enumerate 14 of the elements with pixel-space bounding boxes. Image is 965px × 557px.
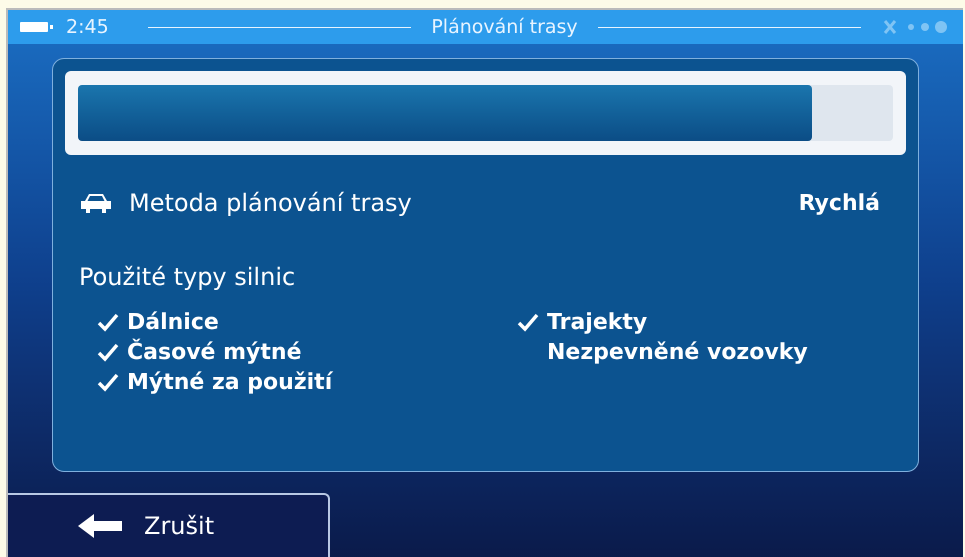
cancel-button[interactable]: Zrušit <box>8 493 330 557</box>
route-method-value: Rychlá <box>798 190 881 218</box>
screen-title: Plánování trasy <box>430 14 579 40</box>
road-type-label[interactable]: Trajekty <box>547 306 648 338</box>
road-type-label[interactable]: Časové mýtné <box>127 336 302 368</box>
road-types-heading: Použité typy silnic <box>78 262 296 293</box>
road-type-label[interactable]: Mýtné za použití <box>127 366 332 398</box>
road-type-label[interactable]: Dálnice <box>127 306 219 338</box>
route-method-label: Metoda plánování trasy <box>129 188 413 219</box>
battery-icon <box>20 20 54 34</box>
car-icon <box>79 192 113 214</box>
back-arrow-icon <box>78 514 124 538</box>
clock-time: 2:45 <box>66 14 110 40</box>
road-type-label[interactable]: Nezpevněné vozovky <box>547 336 808 368</box>
